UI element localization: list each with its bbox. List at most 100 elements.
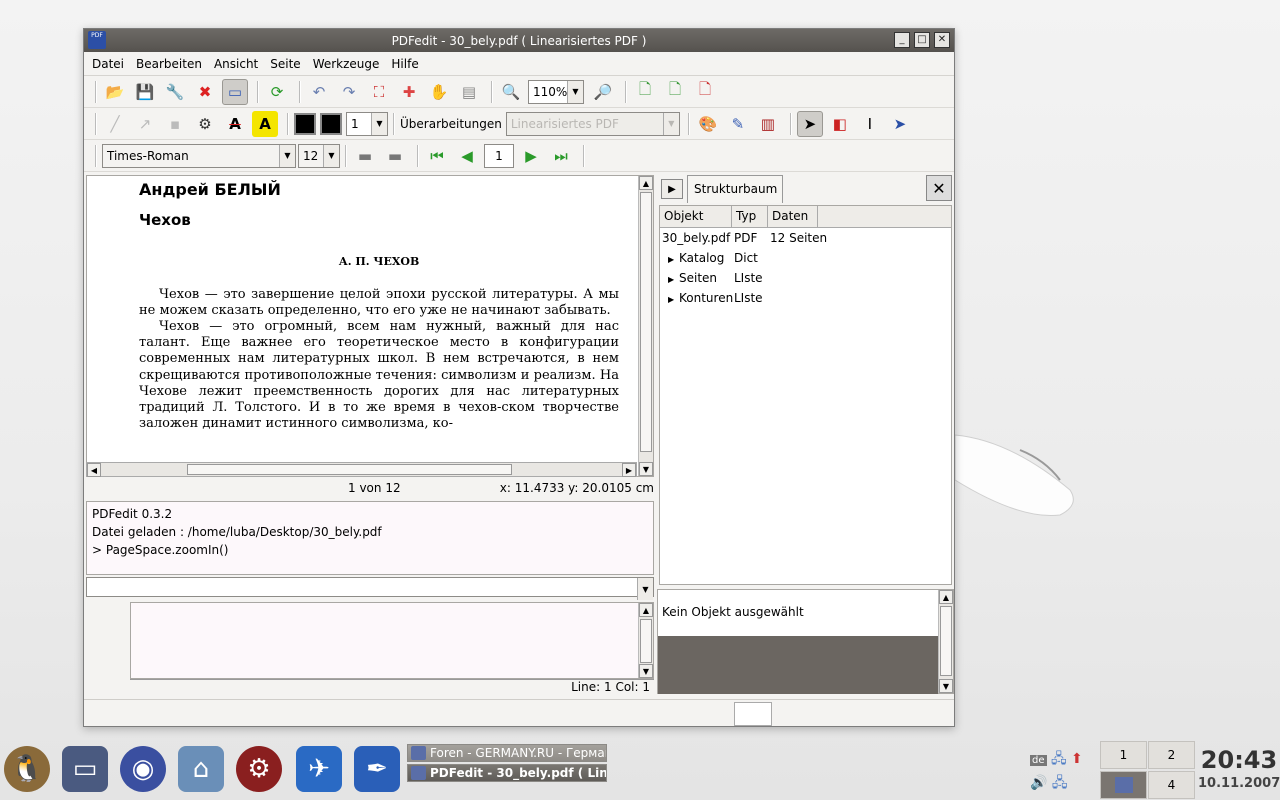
- menu-seite[interactable]: Seite: [270, 57, 300, 71]
- chevron-down-icon[interactable]: ▼: [323, 144, 339, 167]
- maximize-button[interactable]: □: [914, 32, 930, 48]
- bg-color-swatch[interactable]: [320, 112, 342, 135]
- append-page-icon[interactable]: 🗋: [662, 79, 688, 105]
- zoom-in-icon[interactable]: 🔎: [590, 79, 616, 105]
- browser-icon[interactable]: ◉: [120, 746, 166, 792]
- scroll-thumb[interactable]: [640, 619, 652, 663]
- prev-page-icon[interactable]: ◀: [454, 143, 480, 169]
- remove-page-icon[interactable]: 🗋: [692, 79, 718, 105]
- color-picker-icon[interactable]: 🎨: [695, 111, 721, 137]
- clock[interactable]: 20:43 10.11.2007: [1198, 746, 1280, 791]
- font-tool-icon[interactable]: ⚙: [192, 111, 218, 137]
- select-graphics-icon[interactable]: ◧: [827, 111, 853, 137]
- col-objekt[interactable]: Objekt: [660, 206, 732, 227]
- delete-icon[interactable]: ✖: [192, 79, 218, 105]
- chevron-down-icon[interactable]: ▼: [371, 112, 387, 135]
- pdf-page-view[interactable]: Андрей БЕЛЫЙ Чехов А. П. ЧЕХОВ Чехов — э…: [86, 175, 654, 477]
- text-right-icon[interactable]: ▬: [382, 143, 408, 169]
- zoom-combo[interactable]: 110% ▼: [528, 79, 584, 104]
- next-page-icon[interactable]: ▶: [518, 143, 544, 169]
- fit-page-icon[interactable]: ⛶: [366, 79, 392, 105]
- hand-icon[interactable]: ✋: [426, 79, 452, 105]
- scroll-thumb[interactable]: [640, 192, 652, 452]
- scroll-down-icon[interactable]: ▼: [939, 679, 953, 693]
- editor-scrollbar[interactable]: ▲ ▼: [638, 603, 653, 678]
- title-bar[interactable]: PDF PDFedit - 30_bely.pdf ( Linearisiert…: [84, 29, 954, 52]
- strikeout-icon[interactable]: A: [222, 111, 248, 137]
- arrow-tool-icon[interactable]: ↗: [132, 111, 158, 137]
- save-icon[interactable]: 💾: [132, 79, 158, 105]
- command-input[interactable]: ▼: [86, 577, 654, 600]
- rect-tool-icon[interactable]: ▪: [162, 111, 188, 137]
- desktop-2[interactable]: 2: [1148, 741, 1195, 769]
- document-icon[interactable]: ▤: [456, 79, 482, 105]
- scroll-up-icon[interactable]: ▲: [639, 176, 653, 190]
- books-icon[interactable]: ▥: [755, 111, 781, 137]
- scroll-up-icon[interactable]: ▲: [639, 603, 653, 617]
- last-page-icon[interactable]: ⏭: [548, 143, 574, 169]
- tree-row-konturen[interactable]: ▶ Konturen LIste: [660, 288, 951, 308]
- select-text-icon[interactable]: ➤: [887, 111, 913, 137]
- toggle-panel-icon[interactable]: ▭: [222, 78, 248, 105]
- close-window-button[interactable]: ✕: [934, 32, 950, 48]
- panel-toggle-icon[interactable]: ▶: [661, 179, 683, 199]
- tree-row-root[interactable]: 30_bely.pdf PDF 12 Seiten: [660, 228, 951, 248]
- menu-datei[interactable]: Datei: [92, 57, 124, 71]
- redo-icon[interactable]: ↷: [336, 79, 362, 105]
- menu-werkzeuge[interactable]: Werkzeuge: [313, 57, 380, 71]
- scroll-down-icon[interactable]: ▼: [639, 462, 653, 476]
- network-icon[interactable]: 🖧: [1051, 751, 1067, 767]
- select-pointer-icon[interactable]: ➤: [796, 110, 823, 137]
- close-panel-icon[interactable]: ✕: [926, 175, 952, 201]
- revisions-combo[interactable]: Linearisiertes PDF ▼: [505, 111, 680, 136]
- settings-gear-icon[interactable]: ⚙: [236, 746, 282, 792]
- font-name-combo[interactable]: Times-Roman ▼: [102, 143, 296, 168]
- menu-bearbeiten[interactable]: Bearbeiten: [136, 57, 202, 71]
- fg-color-swatch[interactable]: [294, 112, 316, 135]
- scroll-left-icon[interactable]: ◀: [87, 463, 101, 477]
- script-editor[interactable]: ▲ ▼: [130, 602, 654, 679]
- text-edit-icon[interactable]: ✎: [725, 111, 751, 137]
- font-size-combo[interactable]: 12 ▼: [298, 143, 340, 168]
- insert-page-icon[interactable]: 🗋: [632, 79, 658, 105]
- network-icon[interactable]: 🖧: [1052, 775, 1068, 791]
- zoom-out-icon[interactable]: 🔍: [498, 79, 524, 105]
- properties-scrollbar[interactable]: ▲ ▼: [938, 590, 953, 693]
- volume-icon[interactable]: 🔊: [1030, 775, 1047, 791]
- expand-arrow-icon[interactable]: ▶: [668, 275, 677, 284]
- menu-hilfe[interactable]: Hilfe: [391, 57, 418, 71]
- chevron-down-icon[interactable]: ▼: [567, 80, 583, 103]
- menu-ansicht[interactable]: Ansicht: [214, 57, 258, 71]
- scroll-thumb[interactable]: [940, 606, 952, 676]
- highlight-icon[interactable]: A: [252, 110, 278, 137]
- update-icon[interactable]: ⬆: [1071, 751, 1083, 767]
- desktop-3[interactable]: [1100, 771, 1147, 799]
- chevron-down-icon[interactable]: ▼: [637, 578, 653, 600]
- expand-arrow-icon[interactable]: ▶: [668, 255, 677, 264]
- penguin-menu-icon[interactable]: 🐧: [4, 746, 50, 792]
- text-left-icon[interactable]: ▬: [352, 143, 378, 169]
- chevron-down-icon[interactable]: ▼: [662, 112, 679, 135]
- scroll-thumb[interactable]: [187, 464, 512, 475]
- language-indicator[interactable]: de: [1030, 755, 1047, 766]
- task-foren[interactable]: Foren - GERMANY.RU - Германи: [407, 744, 607, 762]
- page-vertical-scrollbar[interactable]: ▲ ▼: [638, 176, 653, 476]
- desktop-1[interactable]: 1: [1100, 741, 1147, 769]
- tree-row-katalog[interactable]: ▶ Katalog Dict: [660, 248, 951, 268]
- terminal-icon[interactable]: ▭: [62, 746, 108, 792]
- page-number-input[interactable]: 1: [484, 143, 514, 168]
- first-page-icon[interactable]: ⏮: [424, 143, 450, 169]
- structure-tree[interactable]: Objekt Typ Daten 30_bely.pdf PDF 12 Seit…: [659, 205, 952, 585]
- chevron-down-icon[interactable]: ▼: [279, 144, 295, 167]
- col-daten[interactable]: Daten: [768, 206, 818, 227]
- line-tool-icon[interactable]: ╱: [102, 111, 128, 137]
- tree-row-seiten[interactable]: ▶ Seiten LIste: [660, 268, 951, 288]
- col-typ[interactable]: Typ: [732, 206, 768, 227]
- reload-icon[interactable]: ⟳: [264, 79, 290, 105]
- task-pdfedit[interactable]: PDFedit - 30_bely.pdf ( Linearis: [407, 764, 607, 782]
- pen-app-icon[interactable]: ✒: [354, 746, 400, 792]
- desktop-4[interactable]: 4: [1148, 771, 1195, 799]
- open-icon[interactable]: 📂: [102, 79, 128, 105]
- file-manager-icon[interactable]: ⌂: [178, 746, 224, 792]
- line-width-combo[interactable]: 1 ▼: [346, 111, 388, 136]
